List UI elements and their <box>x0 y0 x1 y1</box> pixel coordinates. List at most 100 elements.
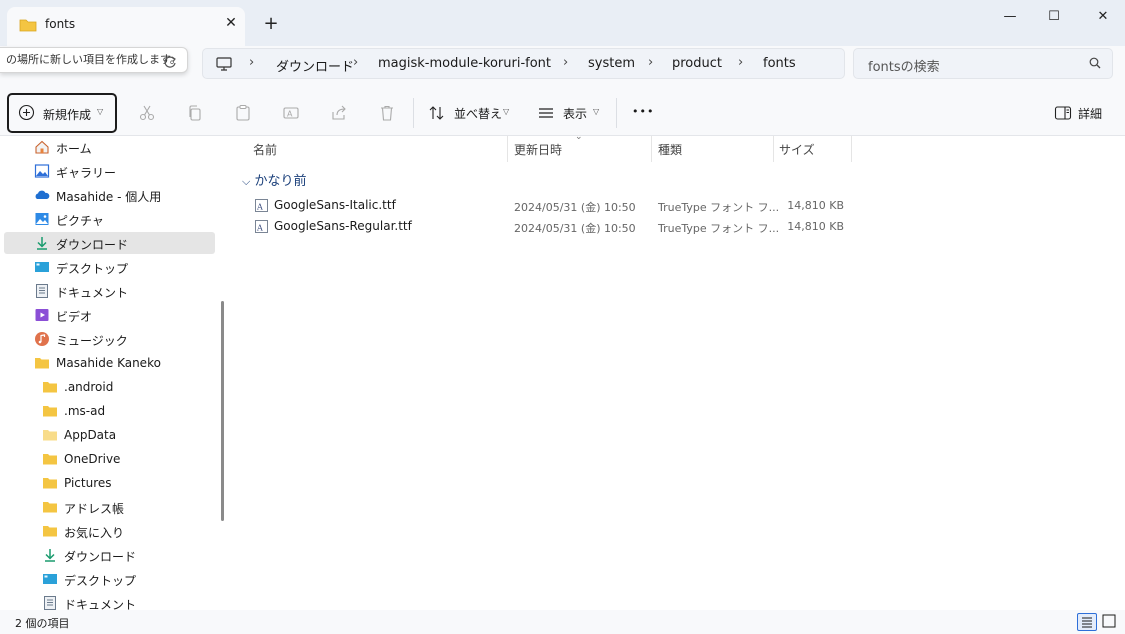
breadcrumb-module[interactable]: magisk-module-koruri-font <box>378 56 551 71</box>
nav-item-user-folder[interactable]: Masahide Kaneko <box>4 352 215 374</box>
search-box[interactable]: fontsの検索 <box>853 48 1113 79</box>
folder-icon <box>42 451 58 467</box>
nav-item-user-desktop[interactable]: デスクトップ <box>4 568 215 590</box>
nav-scrollbar[interactable] <box>221 301 224 521</box>
computer-icon[interactable] <box>216 57 232 74</box>
breadcrumb-downloads[interactable]: ダウンロード <box>276 56 354 75</box>
breadcrumb-fonts[interactable]: fonts <box>763 56 796 71</box>
svg-text:A: A <box>287 110 293 119</box>
chevron-right-icon[interactable]: › <box>563 55 568 70</box>
breadcrumb-product[interactable]: product <box>672 56 722 71</box>
column-divider[interactable] <box>507 136 508 162</box>
nav-item-user-downloads[interactable]: ダウンロード <box>4 544 215 566</box>
more-options-button[interactable]: ••• <box>632 105 654 118</box>
breadcrumb-system[interactable]: system <box>588 56 635 71</box>
view-icon[interactable] <box>537 104 555 122</box>
nav-item-address-book[interactable]: アドレス帳 <box>4 496 215 518</box>
nav-item-label: デスクトップ <box>64 574 137 588</box>
close-window-button[interactable]: ✕ <box>1092 6 1114 28</box>
nav-item-videos[interactable]: ビデオ <box>4 304 215 326</box>
home-icon <box>34 139 50 155</box>
column-header-name[interactable]: 名前 <box>253 141 277 158</box>
column-header-date[interactable]: 更新日時 <box>514 141 562 158</box>
nav-item-desktop[interactable]: デスクトップ <box>4 256 215 278</box>
nav-item-label: OneDrive <box>64 452 121 466</box>
sort-button[interactable]: 並べ替え <box>454 105 502 122</box>
refresh-icon[interactable] <box>163 55 181 73</box>
chevron-right-icon[interactable]: › <box>738 55 743 70</box>
toolbar-divider <box>413 98 414 128</box>
file-name: GoogleSans-Italic.ttf <box>274 198 396 212</box>
nav-item-label: ピクチャ <box>56 214 104 228</box>
nav-item-pictures-folder[interactable]: Pictures <box>4 472 215 494</box>
group-header[interactable]: ⌵ かなり前 <box>242 170 307 189</box>
font-file-icon: A <box>254 219 269 237</box>
file-row[interactable]: A GoogleSans-Italic.ttf 2024/05/31 (金) 1… <box>252 195 872 216</box>
file-name: GoogleSans-Regular.ttf <box>274 219 412 233</box>
share-icon[interactable] <box>330 104 348 122</box>
column-divider[interactable] <box>651 136 652 162</box>
details-view-button[interactable] <box>1077 613 1097 631</box>
file-size: 14,810 KB <box>787 220 844 233</box>
chevron-right-icon[interactable]: › <box>249 55 254 70</box>
nav-item-gallery[interactable]: ギャラリー <box>4 160 215 182</box>
nav-item-ms-ad[interactable]: .ms-ad <box>4 400 215 422</box>
nav-item-user-documents[interactable]: ドキュメント <box>4 592 215 610</box>
nav-item-android[interactable]: .android <box>4 376 215 398</box>
rename-icon[interactable]: A <box>282 104 300 122</box>
navigation-pane: ホーム ギャラリー Masahide - 個人用 ピクチャ ダウンロード デスク… <box>0 136 232 610</box>
chevron-right-icon[interactable]: › <box>353 55 358 70</box>
nav-item-music[interactable]: ミュージック <box>4 328 215 350</box>
nav-item-appdata[interactable]: AppData <box>4 424 215 446</box>
paste-icon[interactable] <box>234 104 252 122</box>
column-header-type[interactable]: 種類 <box>658 141 682 158</box>
chevron-right-icon[interactable]: › <box>648 55 653 70</box>
nav-item-onedrive[interactable]: Masahide - 個人用 <box>4 184 215 206</box>
sort-icon[interactable] <box>428 104 446 122</box>
search-icon[interactable] <box>1089 57 1101 72</box>
view-button[interactable]: 表示 <box>563 105 587 122</box>
details-button[interactable]: 詳細 <box>1078 105 1102 122</box>
chevron-down-icon: ⌵ <box>242 175 251 188</box>
file-row[interactable]: A GoogleSans-Regular.ttf 2024/05/31 (金) … <box>252 216 872 237</box>
new-item-label: 新規作成 <box>43 108 92 122</box>
nav-item-label: ドキュメント <box>56 286 129 300</box>
download-icon <box>34 235 50 251</box>
status-bar: 2 個の項目 <box>0 610 1125 634</box>
address-bar[interactable]: › ダウンロード › magisk-module-koruri-font › s… <box>202 48 845 79</box>
cut-icon[interactable] <box>138 104 156 122</box>
column-header-size[interactable]: サイズ <box>779 141 815 158</box>
nav-item-label: ホーム <box>56 142 92 156</box>
nav-item-label: ギャラリー <box>56 166 117 180</box>
details-pane-icon[interactable] <box>1054 104 1072 122</box>
delete-icon[interactable] <box>378 104 396 122</box>
nav-item-label: ビデオ <box>56 310 93 324</box>
nav-item-favorites[interactable]: お気に入り <box>4 520 215 542</box>
column-divider[interactable] <box>851 136 852 162</box>
nav-item-documents[interactable]: ドキュメント <box>4 280 215 302</box>
document-icon <box>34 283 50 299</box>
search-input[interactable]: fontsの検索 <box>868 56 940 75</box>
tab-fonts[interactable]: fonts ✕ <box>7 7 245 46</box>
copy-icon[interactable] <box>186 104 204 122</box>
tiles-view-button[interactable] <box>1100 613 1120 631</box>
folder-icon <box>42 523 58 539</box>
title-bar: fonts ✕ + — ☐ ✕ <box>0 0 1125 46</box>
nav-item-home[interactable]: ホーム <box>4 136 215 158</box>
desktop-icon <box>42 571 58 587</box>
font-file-icon: A <box>254 198 269 216</box>
nav-item-downloads[interactable]: ダウンロード <box>4 232 215 254</box>
column-divider[interactable] <box>773 136 774 162</box>
toolbar-divider <box>616 98 617 128</box>
nav-item-onedrive-folder[interactable]: OneDrive <box>4 448 215 470</box>
nav-item-label: アドレス帳 <box>64 502 125 516</box>
nav-item-pictures[interactable]: ピクチャ <box>4 208 215 230</box>
maximize-button[interactable]: ☐ <box>1043 6 1065 28</box>
nav-item-label: ダウンロード <box>56 238 129 252</box>
folder-icon <box>34 355 50 371</box>
tab-close-icon[interactable]: ✕ <box>221 13 241 33</box>
file-date: 2024/05/31 (金) 10:50 <box>514 201 636 214</box>
new-tab-button[interactable]: + <box>261 14 281 34</box>
new-item-button[interactable]: 新規作成 ▽ <box>7 93 117 133</box>
minimize-button[interactable]: — <box>999 6 1021 28</box>
